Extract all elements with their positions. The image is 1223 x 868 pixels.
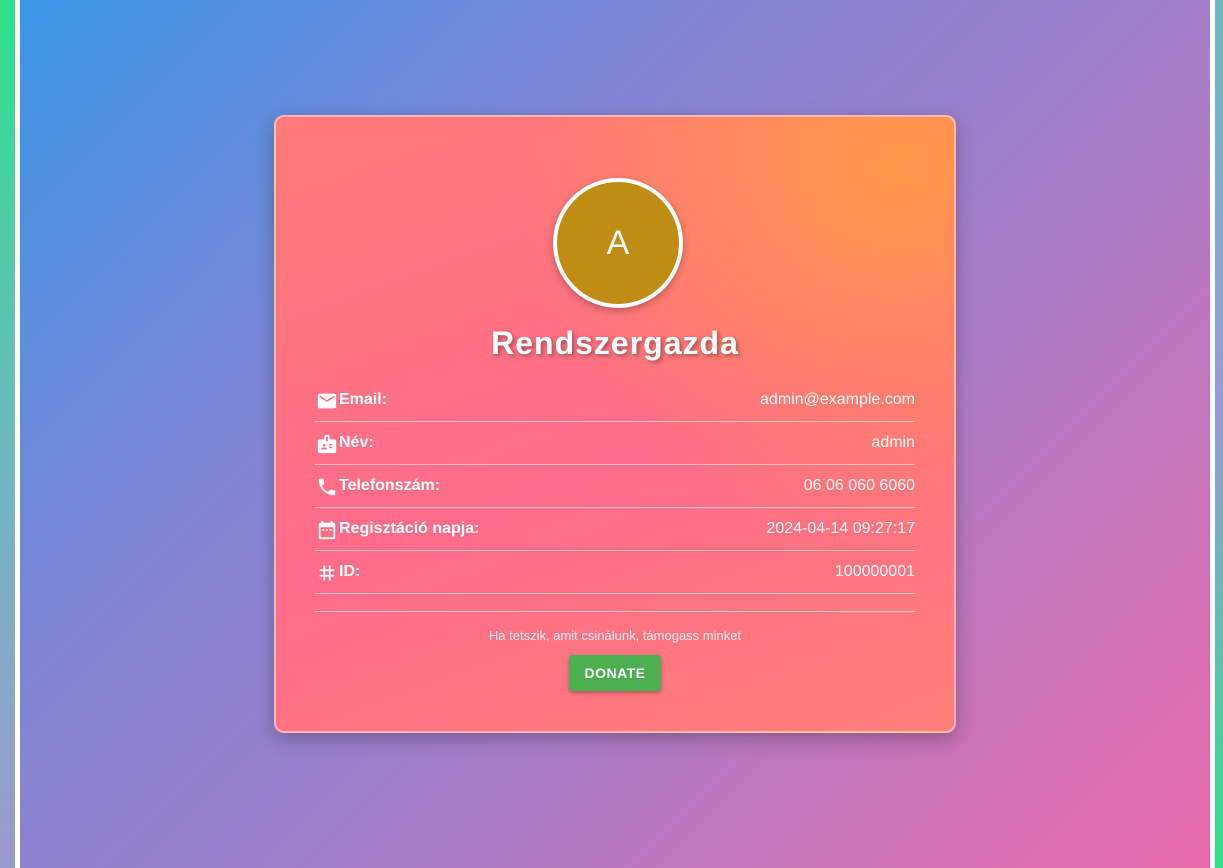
calendar-icon [315, 518, 339, 542]
field-row-email: Email: admin@example.com [315, 379, 915, 422]
profile-fields: Email: admin@example.com Név: admin Tele… [315, 379, 915, 594]
email-icon [315, 389, 339, 413]
divider [315, 611, 915, 612]
field-row-id: ID: 100000001 [315, 551, 915, 594]
field-row-registration-date: Regisztáció napja: 2024-04-14 09:27:17 [315, 508, 915, 551]
support-text: Ha tetszik, amit csinálunk, támogass min… [488, 628, 742, 643]
field-value: 2024-04-14 09:27:17 [766, 520, 915, 537]
profile-title: Rendszergazda [491, 325, 739, 361]
field-row-name: Név: admin [315, 422, 915, 465]
donate-button[interactable]: DONATE [569, 655, 661, 691]
field-label: Telefonszám: [339, 477, 441, 494]
hashtag-icon [315, 561, 339, 585]
field-row-phone: Telefonszám: 06 06 060 6060 [315, 465, 915, 508]
field-value: admin [871, 434, 915, 451]
field-label: ID: [339, 563, 361, 580]
field-label: Regisztáció napja: [339, 520, 480, 537]
field-label: Név: [339, 434, 374, 451]
id-card-icon [315, 432, 339, 456]
avatar-initial: A [606, 223, 630, 262]
phone-icon [315, 475, 339, 499]
field-label: Email: [339, 391, 388, 408]
profile-card: A Rendszergazda Email: admin@example.com… [274, 115, 956, 733]
field-value: 06 06 060 6060 [803, 477, 915, 494]
field-value: admin@example.com [760, 391, 915, 408]
field-value: 100000001 [834, 563, 915, 580]
avatar: A [553, 178, 683, 308]
